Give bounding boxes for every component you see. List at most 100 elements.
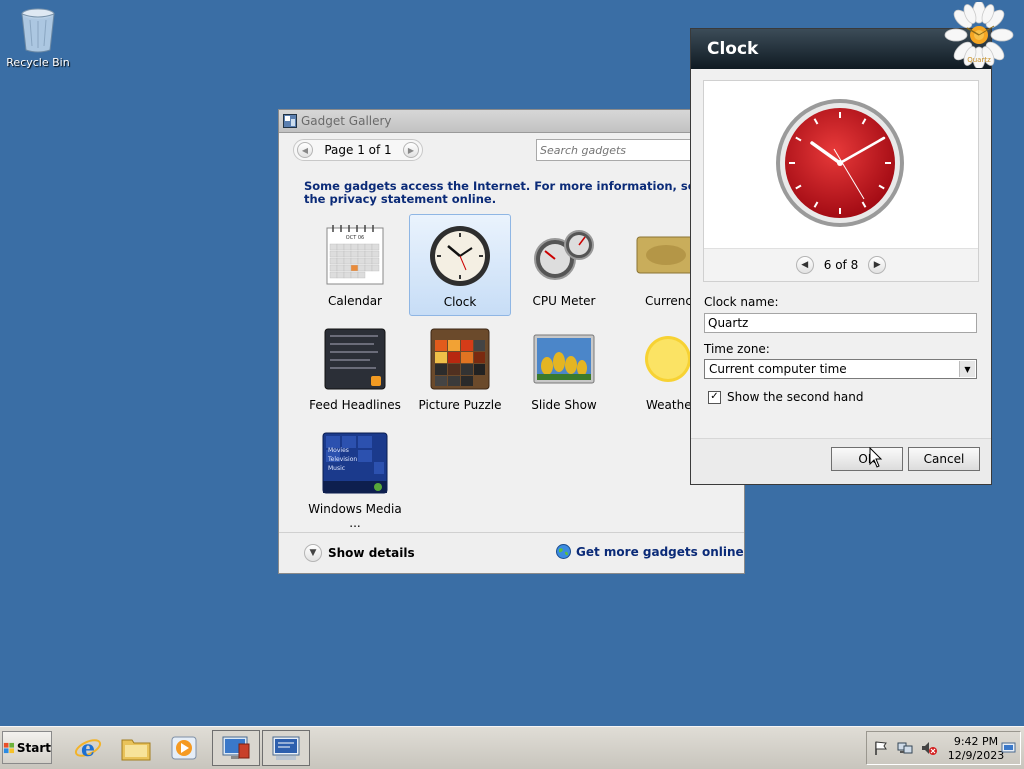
dropdown-arrow-icon: ▼ bbox=[959, 361, 975, 377]
clock-icon bbox=[430, 226, 490, 286]
previous-clock-button[interactable]: ◀ bbox=[795, 256, 814, 274]
calendar-icon: OCT 06 bbox=[326, 225, 384, 285]
globe-icon bbox=[556, 544, 571, 559]
gadget-label: Calendar bbox=[328, 294, 382, 308]
ok-button[interactable]: OK bbox=[831, 447, 903, 471]
internet-explorer-icon: e bbox=[74, 736, 102, 762]
time-zone-value: Current computer time bbox=[709, 362, 847, 376]
recycle-bin-label: Recycle Bin bbox=[6, 56, 70, 69]
gadget-label: Weather bbox=[646, 398, 690, 412]
second-hand-option[interactable]: ✓ Show the second hand bbox=[708, 390, 864, 404]
chevron-left-icon: ◀ bbox=[801, 260, 809, 270]
picture-puzzle-icon bbox=[430, 328, 490, 390]
taskbar: Start e 9:42 PM 12/9/2023 bbox=[0, 726, 1024, 769]
windows-media-center-icon: Movies Television Music bbox=[322, 432, 388, 494]
windows-explorer-icon bbox=[121, 739, 151, 761]
internet-explorer-launcher[interactable]: e bbox=[70, 730, 106, 766]
time-zone-select[interactable]: Current computer time ▼ bbox=[704, 359, 977, 379]
show-details-button[interactable]: ▼ Show details bbox=[304, 544, 415, 562]
clock-name-label: Clock name: bbox=[704, 295, 779, 309]
cancel-button[interactable]: Cancel bbox=[908, 447, 980, 471]
system-tray: 9:42 PM 12/9/2023 bbox=[866, 731, 1021, 765]
action-center-flag-icon[interactable] bbox=[873, 740, 889, 756]
chevron-right-icon: ▶ bbox=[407, 145, 415, 155]
clock-preview-face bbox=[776, 99, 904, 227]
second-hand-label: Show the second hand bbox=[727, 390, 864, 404]
gallery-footer: ▼ Show details Get more gadgets online bbox=[279, 532, 744, 573]
clock-dialog-buttons: OK Cancel bbox=[691, 438, 991, 484]
chevron-left-icon: ◀ bbox=[301, 145, 309, 155]
gadget-picture-puzzle[interactable]: Picture Puzzle bbox=[409, 318, 511, 420]
clock-settings-window: Clock ◀ 6 of 8 ▶ Clock name: Quartz Time… bbox=[690, 28, 992, 485]
quartz-clock-gadget[interactable]: Quartz bbox=[934, 2, 1024, 68]
chevron-right-icon: ▶ bbox=[873, 260, 881, 270]
gadget-calendar[interactable]: OCT 06 Calendar bbox=[304, 214, 406, 316]
gadget-label: Currency bbox=[645, 294, 690, 308]
previous-page-button[interactable]: ◀ bbox=[297, 142, 313, 158]
get-more-gadgets-link[interactable]: Get more gadgets online bbox=[556, 544, 744, 559]
gadget-label: Slide Show bbox=[531, 398, 597, 412]
feed-headlines-icon bbox=[324, 328, 386, 390]
gadget-windows-media-center[interactable]: Movies Television Music Windows Media ..… bbox=[304, 422, 406, 530]
show-details-label: Show details bbox=[328, 546, 415, 560]
windows-logo-icon bbox=[3, 742, 15, 753]
time-zone-label: Time zone: bbox=[704, 342, 770, 356]
gadget-label: CPU Meter bbox=[532, 294, 596, 308]
gadget-label: Clock bbox=[443, 295, 477, 309]
page-indicator: Page 1 of 1 bbox=[324, 143, 392, 157]
gadget-label: Windows Media ... bbox=[308, 502, 402, 530]
recycle-bin-icon bbox=[21, 8, 55, 53]
page-navigator: ◀ Page 1 of 1 ▶ bbox=[293, 139, 423, 161]
tray-clock[interactable]: 9:42 PM 12/9/2023 bbox=[946, 735, 1006, 763]
second-hand-checkbox[interactable]: ✓ bbox=[708, 390, 721, 404]
server-manager-launcher[interactable] bbox=[212, 730, 260, 766]
remote-desktop-launcher[interactable] bbox=[262, 730, 310, 766]
next-page-button[interactable]: ▶ bbox=[403, 142, 419, 158]
gadget-slide-show[interactable]: Slide Show bbox=[513, 318, 615, 420]
media-line-music: Music bbox=[328, 465, 345, 472]
gadget-label: Picture Puzzle bbox=[418, 398, 502, 412]
mouse-cursor-icon bbox=[869, 447, 883, 468]
server-manager-icon bbox=[222, 736, 250, 759]
media-line-movies: Movies bbox=[328, 447, 349, 454]
preview-navigator: ◀ 6 of 8 ▶ bbox=[704, 248, 978, 281]
clock-style-index: 6 of 8 bbox=[823, 258, 859, 272]
expand-down-icon: ▼ bbox=[304, 544, 322, 562]
start-label: Start bbox=[16, 740, 51, 755]
currency-icon bbox=[636, 236, 690, 274]
get-more-label: Get more gadgets online bbox=[576, 544, 744, 559]
network-icon[interactable] bbox=[897, 740, 913, 756]
media-player-launcher[interactable] bbox=[166, 730, 202, 766]
remote-desktop-icon bbox=[272, 736, 300, 760]
show-desktop-icon[interactable] bbox=[1001, 740, 1017, 756]
gadget-clock[interactable]: Clock bbox=[409, 214, 511, 316]
tray-time: 9:42 PM bbox=[953, 735, 999, 748]
gadget-gallery-title: Gadget Gallery bbox=[301, 114, 392, 128]
calendar-month: OCT 06 bbox=[346, 235, 364, 241]
start-button[interactable]: Start bbox=[2, 731, 52, 764]
clock-preview: ◀ 6 of 8 ▶ bbox=[703, 80, 979, 282]
media-line-television: Television bbox=[327, 456, 357, 463]
windows-explorer-launcher[interactable] bbox=[118, 730, 154, 766]
clock-name-input[interactable] bbox=[704, 313, 977, 333]
svg-text:e: e bbox=[81, 736, 95, 762]
gallery-toolbar: ◀ Page 1 of 1 ▶ bbox=[279, 133, 744, 167]
quartz-gadget-label: Quartz bbox=[967, 56, 991, 64]
gadget-cpu-meter[interactable]: CPU Meter bbox=[513, 214, 615, 316]
gadget-gallery-titlebar[interactable]: Gadget Gallery bbox=[279, 110, 744, 133]
tray-date: 12/9/2023 bbox=[947, 749, 1005, 762]
recycle-bin[interactable]: Recycle Bin bbox=[6, 6, 70, 69]
gadget-feed-headlines[interactable]: Feed Headlines bbox=[304, 318, 406, 420]
gadget-gallery-icon bbox=[283, 114, 297, 128]
weather-icon bbox=[645, 336, 690, 382]
cpu-meter-icon bbox=[534, 230, 594, 280]
internet-notice: Some gadgets access the Internet. For mo… bbox=[304, 179, 704, 206]
slide-show-icon bbox=[533, 334, 595, 384]
gadget-weather[interactable]: Weather bbox=[616, 318, 690, 420]
gadget-gallery-window: Gadget Gallery ◀ Page 1 of 1 ▶ Some gadg… bbox=[278, 109, 745, 574]
volume-muted-icon[interactable] bbox=[921, 740, 937, 756]
gadget-label: Feed Headlines bbox=[309, 398, 401, 412]
gadget-currency[interactable]: Currency bbox=[616, 214, 690, 316]
media-player-icon bbox=[171, 736, 197, 760]
next-clock-button[interactable]: ▶ bbox=[868, 256, 887, 274]
